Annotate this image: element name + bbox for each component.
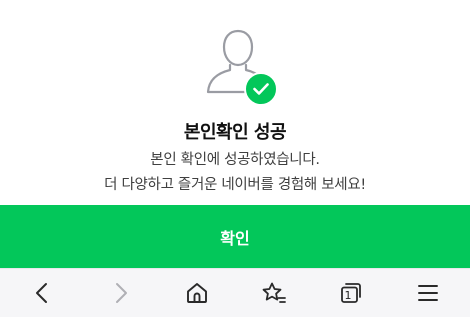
forward-button[interactable]: [90, 270, 150, 316]
favorites-button[interactable]: [244, 270, 304, 316]
browser-toolbar: 1: [0, 268, 470, 317]
dialog-title: 본인확인 성공: [183, 122, 287, 143]
dialog-content: 본인확인 성공 본인 확인에 성공하였습니다. 더 다양하고 즐거운 네이버를 …: [0, 0, 470, 205]
star-list-icon: [262, 282, 286, 303]
description-line-1: 본인 확인에 성공하였습니다.: [150, 152, 320, 168]
tab-count: 1: [344, 289, 352, 302]
menu-button[interactable]: [398, 270, 458, 316]
description-line-2: 더 다양하고 즐거운 네이버를 경험해 보세요!: [104, 177, 366, 193]
dialog-description: 본인 확인에 성공하였습니다. 더 다양하고 즐거운 네이버를 경험해 보세요!: [0, 148, 470, 198]
chevron-left-icon: [35, 283, 47, 303]
tabs-button[interactable]: 1: [321, 270, 381, 316]
hamburger-icon: [417, 285, 438, 301]
home-icon: [186, 283, 207, 303]
back-button[interactable]: [13, 270, 73, 316]
chevron-right-icon: [115, 283, 127, 303]
check-icon: [244, 72, 278, 106]
confirm-button-label: 확인: [220, 228, 250, 248]
home-button[interactable]: [167, 270, 227, 316]
confirm-button[interactable]: 확인: [0, 205, 470, 268]
